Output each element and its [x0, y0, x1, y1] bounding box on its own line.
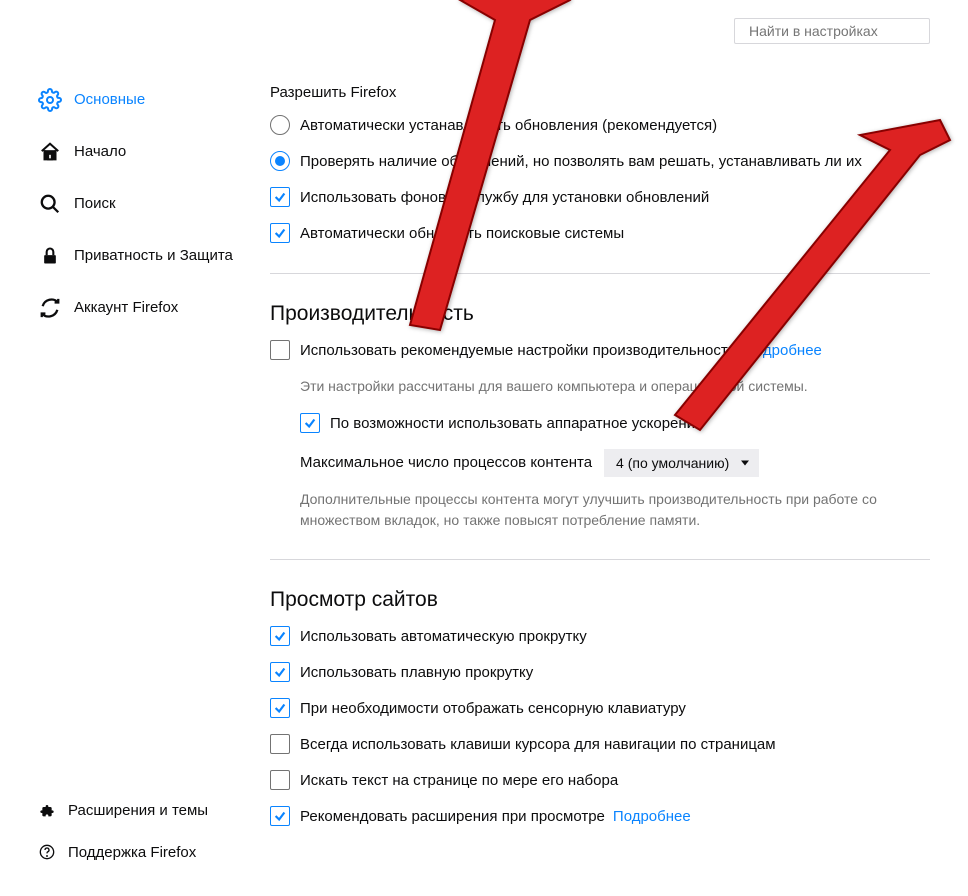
- help-icon: [38, 843, 56, 861]
- sidebar-label: Поддержка Firefox: [68, 843, 196, 863]
- sidebar-item-privacy[interactable]: Приватность и Защита: [38, 236, 240, 276]
- learn-more-link[interactable]: Подробнее: [613, 808, 691, 825]
- sidebar-label: Аккаунт Firefox: [74, 298, 178, 318]
- option-label: При необходимости отображать сенсорную к…: [300, 698, 686, 720]
- sidebar-item-addons[interactable]: Расширения и темы: [38, 793, 240, 829]
- sidebar-footer: Расширения и темы Поддержка Firefox: [38, 793, 240, 896]
- checkbox-smooth-scroll[interactable]: [270, 662, 290, 682]
- puzzle-icon: [38, 802, 56, 820]
- gear-icon: [38, 88, 62, 112]
- performance-hint2: Дополнительные процессы контента могут у…: [270, 489, 930, 531]
- option-label: Использовать плавную прокрутку: [300, 662, 533, 684]
- sidebar-label: Начало: [74, 142, 126, 162]
- checkbox-background-service[interactable]: [270, 187, 290, 207]
- performance-heading: Производительность: [270, 302, 930, 326]
- search-input[interactable]: [749, 23, 930, 39]
- learn-more-link[interactable]: Подробнее: [744, 342, 822, 359]
- option-label: По возможности использовать аппаратное у…: [330, 413, 703, 435]
- home-icon: [38, 140, 62, 164]
- option-label: Использовать фоновую службу для установк…: [300, 187, 709, 209]
- sidebar-item-search[interactable]: Поиск: [38, 184, 240, 224]
- radio-check-only[interactable]: [270, 151, 290, 171]
- divider: [270, 559, 930, 560]
- sidebar-label: Расширения и темы: [68, 801, 208, 821]
- option-label: Искать текст на странице по мере его наб…: [300, 770, 618, 792]
- checkbox-search-on-type[interactable]: [270, 770, 290, 790]
- max-processes-dropdown[interactable]: 4 (по умолчанию): [604, 449, 759, 477]
- max-processes-label: Максимальное число процессов контента: [300, 452, 592, 474]
- sidebar-label: Приватность и Защита: [74, 246, 233, 266]
- search-box[interactable]: [734, 18, 930, 44]
- option-label: Автоматически устанавливать обновления (…: [300, 115, 717, 137]
- updates-group-label: Разрешить Firefox: [270, 84, 930, 101]
- sidebar-item-support[interactable]: Поддержка Firefox: [38, 835, 240, 871]
- divider: [270, 273, 930, 274]
- browsing-heading: Просмотр сайтов: [270, 588, 930, 612]
- checkbox-recommend-ext[interactable]: [270, 806, 290, 826]
- sidebar-label: Поиск: [74, 194, 116, 214]
- radio-auto-install[interactable]: [270, 115, 290, 135]
- sidebar-item-general[interactable]: Основные: [38, 80, 240, 120]
- main-content: Разрешить Firefox Автоматически устанавл…: [240, 0, 968, 896]
- checkbox-auto-search-engines[interactable]: [270, 223, 290, 243]
- performance-hint1: Эти настройки рассчитаны для вашего комп…: [270, 376, 930, 397]
- option-label: Автоматически обновлять поисковые систем…: [300, 223, 624, 245]
- sidebar-item-account[interactable]: Аккаунт Firefox: [38, 288, 240, 328]
- sidebar: Основные Начало Поиск Приватность и Защи…: [0, 0, 240, 896]
- sidebar-item-home[interactable]: Начало: [38, 132, 240, 172]
- option-label: Проверять наличие обновлений, но позволя…: [300, 151, 862, 173]
- checkbox-autoscroll[interactable]: [270, 626, 290, 646]
- checkbox-touch-keyboard[interactable]: [270, 698, 290, 718]
- search-icon: [38, 192, 62, 216]
- checkbox-use-recommended[interactable]: [270, 340, 290, 360]
- checkbox-caret-browsing[interactable]: [270, 734, 290, 754]
- option-label: Рекомендовать расширения при просмотреПо…: [300, 806, 691, 828]
- sync-icon: [38, 296, 62, 320]
- option-label: Всегда использовать клавиши курсора для …: [300, 734, 776, 756]
- checkbox-hw-accel[interactable]: [300, 413, 320, 433]
- sidebar-label: Основные: [74, 90, 145, 110]
- lock-icon: [38, 244, 62, 268]
- option-label: Использовать автоматическую прокрутку: [300, 626, 587, 648]
- option-label: Использовать рекомендуемые настройки про…: [300, 340, 822, 362]
